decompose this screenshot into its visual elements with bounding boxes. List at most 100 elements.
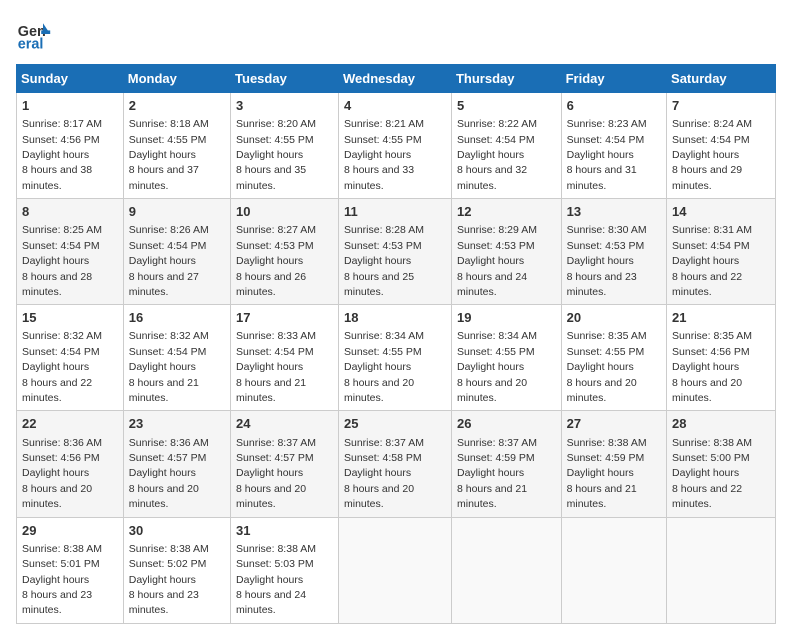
col-header-tuesday: Tuesday — [231, 65, 339, 93]
calendar-cell: 6 Sunrise: 8:23 AMSunset: 4:54 PMDayligh… — [561, 93, 666, 199]
day-number: 3 — [236, 97, 333, 115]
day-info: Sunrise: 8:27 AMSunset: 4:53 PMDaylight … — [236, 224, 316, 298]
logo: Gen eral — [16, 16, 56, 52]
day-info: Sunrise: 8:24 AMSunset: 4:54 PMDaylight … — [672, 118, 752, 192]
calendar-cell: 26 Sunrise: 8:37 AMSunset: 4:59 PMDaylig… — [451, 411, 561, 517]
day-number: 31 — [236, 522, 333, 540]
calendar-cell: 10 Sunrise: 8:27 AMSunset: 4:53 PMDaylig… — [231, 199, 339, 305]
calendar-cell: 22 Sunrise: 8:36 AMSunset: 4:56 PMDaylig… — [17, 411, 124, 517]
page-header: Gen eral — [16, 16, 776, 52]
calendar-cell: 23 Sunrise: 8:36 AMSunset: 4:57 PMDaylig… — [123, 411, 230, 517]
calendar-cell: 1 Sunrise: 8:17 AMSunset: 4:56 PMDayligh… — [17, 93, 124, 199]
day-info: Sunrise: 8:38 AMSunset: 5:01 PMDaylight … — [22, 543, 102, 617]
day-info: Sunrise: 8:32 AMSunset: 4:54 PMDaylight … — [22, 330, 102, 404]
day-number: 5 — [457, 97, 556, 115]
svg-text:eral: eral — [18, 36, 44, 52]
day-number: 27 — [567, 415, 661, 433]
logo-icon: Gen eral — [16, 16, 52, 52]
calendar-cell: 9 Sunrise: 8:26 AMSunset: 4:54 PMDayligh… — [123, 199, 230, 305]
calendar-cell: 19 Sunrise: 8:34 AMSunset: 4:55 PMDaylig… — [451, 305, 561, 411]
calendar-cell: 13 Sunrise: 8:30 AMSunset: 4:53 PMDaylig… — [561, 199, 666, 305]
day-info: Sunrise: 8:22 AMSunset: 4:54 PMDaylight … — [457, 118, 537, 192]
day-info: Sunrise: 8:33 AMSunset: 4:54 PMDaylight … — [236, 330, 316, 404]
day-number: 30 — [129, 522, 225, 540]
day-info: Sunrise: 8:38 AMSunset: 5:00 PMDaylight … — [672, 437, 752, 511]
col-header-friday: Friday — [561, 65, 666, 93]
day-info: Sunrise: 8:31 AMSunset: 4:54 PMDaylight … — [672, 224, 752, 298]
day-info: Sunrise: 8:36 AMSunset: 4:56 PMDaylight … — [22, 437, 102, 511]
day-info: Sunrise: 8:38 AMSunset: 5:03 PMDaylight … — [236, 543, 316, 617]
day-number: 26 — [457, 415, 556, 433]
calendar-table: SundayMondayTuesdayWednesdayThursdayFrid… — [16, 64, 776, 624]
day-number: 1 — [22, 97, 118, 115]
calendar-cell: 17 Sunrise: 8:33 AMSunset: 4:54 PMDaylig… — [231, 305, 339, 411]
day-info: Sunrise: 8:38 AMSunset: 5:02 PMDaylight … — [129, 543, 209, 617]
day-number: 10 — [236, 203, 333, 221]
day-number: 7 — [672, 97, 770, 115]
day-info: Sunrise: 8:38 AMSunset: 4:59 PMDaylight … — [567, 437, 647, 511]
day-info: Sunrise: 8:34 AMSunset: 4:55 PMDaylight … — [344, 330, 424, 404]
day-info: Sunrise: 8:37 AMSunset: 4:57 PMDaylight … — [236, 437, 316, 511]
day-number: 28 — [672, 415, 770, 433]
calendar-cell: 28 Sunrise: 8:38 AMSunset: 5:00 PMDaylig… — [667, 411, 776, 517]
calendar-cell — [338, 517, 451, 623]
day-number: 14 — [672, 203, 770, 221]
calendar-cell: 7 Sunrise: 8:24 AMSunset: 4:54 PMDayligh… — [667, 93, 776, 199]
day-number: 23 — [129, 415, 225, 433]
col-header-saturday: Saturday — [667, 65, 776, 93]
calendar-cell — [561, 517, 666, 623]
day-number: 13 — [567, 203, 661, 221]
day-number: 25 — [344, 415, 446, 433]
col-header-thursday: Thursday — [451, 65, 561, 93]
day-info: Sunrise: 8:18 AMSunset: 4:55 PMDaylight … — [129, 118, 209, 192]
calendar-cell: 31 Sunrise: 8:38 AMSunset: 5:03 PMDaylig… — [231, 517, 339, 623]
day-info: Sunrise: 8:37 AMSunset: 4:58 PMDaylight … — [344, 437, 424, 511]
day-info: Sunrise: 8:30 AMSunset: 4:53 PMDaylight … — [567, 224, 647, 298]
calendar-cell: 14 Sunrise: 8:31 AMSunset: 4:54 PMDaylig… — [667, 199, 776, 305]
calendar-cell: 21 Sunrise: 8:35 AMSunset: 4:56 PMDaylig… — [667, 305, 776, 411]
day-number: 19 — [457, 309, 556, 327]
day-info: Sunrise: 8:25 AMSunset: 4:54 PMDaylight … — [22, 224, 102, 298]
col-header-wednesday: Wednesday — [338, 65, 451, 93]
day-number: 22 — [22, 415, 118, 433]
day-info: Sunrise: 8:20 AMSunset: 4:55 PMDaylight … — [236, 118, 316, 192]
day-info: Sunrise: 8:29 AMSunset: 4:53 PMDaylight … — [457, 224, 537, 298]
day-info: Sunrise: 8:35 AMSunset: 4:56 PMDaylight … — [672, 330, 752, 404]
day-number: 21 — [672, 309, 770, 327]
day-info: Sunrise: 8:21 AMSunset: 4:55 PMDaylight … — [344, 118, 424, 192]
calendar-cell: 5 Sunrise: 8:22 AMSunset: 4:54 PMDayligh… — [451, 93, 561, 199]
day-number: 2 — [129, 97, 225, 115]
calendar-cell: 20 Sunrise: 8:35 AMSunset: 4:55 PMDaylig… — [561, 305, 666, 411]
calendar-cell: 24 Sunrise: 8:37 AMSunset: 4:57 PMDaylig… — [231, 411, 339, 517]
day-info: Sunrise: 8:26 AMSunset: 4:54 PMDaylight … — [129, 224, 209, 298]
calendar-cell: 4 Sunrise: 8:21 AMSunset: 4:55 PMDayligh… — [338, 93, 451, 199]
calendar-cell: 8 Sunrise: 8:25 AMSunset: 4:54 PMDayligh… — [17, 199, 124, 305]
calendar-cell: 15 Sunrise: 8:32 AMSunset: 4:54 PMDaylig… — [17, 305, 124, 411]
col-header-sunday: Sunday — [17, 65, 124, 93]
day-number: 29 — [22, 522, 118, 540]
day-number: 6 — [567, 97, 661, 115]
col-header-monday: Monday — [123, 65, 230, 93]
day-number: 15 — [22, 309, 118, 327]
calendar-cell: 11 Sunrise: 8:28 AMSunset: 4:53 PMDaylig… — [338, 199, 451, 305]
day-number: 20 — [567, 309, 661, 327]
day-number: 8 — [22, 203, 118, 221]
day-number: 12 — [457, 203, 556, 221]
calendar-cell: 16 Sunrise: 8:32 AMSunset: 4:54 PMDaylig… — [123, 305, 230, 411]
calendar-cell: 3 Sunrise: 8:20 AMSunset: 4:55 PMDayligh… — [231, 93, 339, 199]
day-number: 24 — [236, 415, 333, 433]
calendar-cell: 29 Sunrise: 8:38 AMSunset: 5:01 PMDaylig… — [17, 517, 124, 623]
calendar-cell: 12 Sunrise: 8:29 AMSunset: 4:53 PMDaylig… — [451, 199, 561, 305]
day-info: Sunrise: 8:34 AMSunset: 4:55 PMDaylight … — [457, 330, 537, 404]
day-info: Sunrise: 8:17 AMSunset: 4:56 PMDaylight … — [22, 118, 102, 192]
day-info: Sunrise: 8:32 AMSunset: 4:54 PMDaylight … — [129, 330, 209, 404]
day-number: 17 — [236, 309, 333, 327]
day-info: Sunrise: 8:36 AMSunset: 4:57 PMDaylight … — [129, 437, 209, 511]
calendar-cell: 30 Sunrise: 8:38 AMSunset: 5:02 PMDaylig… — [123, 517, 230, 623]
day-info: Sunrise: 8:37 AMSunset: 4:59 PMDaylight … — [457, 437, 537, 511]
calendar-cell — [451, 517, 561, 623]
day-number: 9 — [129, 203, 225, 221]
calendar-cell: 18 Sunrise: 8:34 AMSunset: 4:55 PMDaylig… — [338, 305, 451, 411]
calendar-cell: 27 Sunrise: 8:38 AMSunset: 4:59 PMDaylig… — [561, 411, 666, 517]
calendar-cell: 25 Sunrise: 8:37 AMSunset: 4:58 PMDaylig… — [338, 411, 451, 517]
